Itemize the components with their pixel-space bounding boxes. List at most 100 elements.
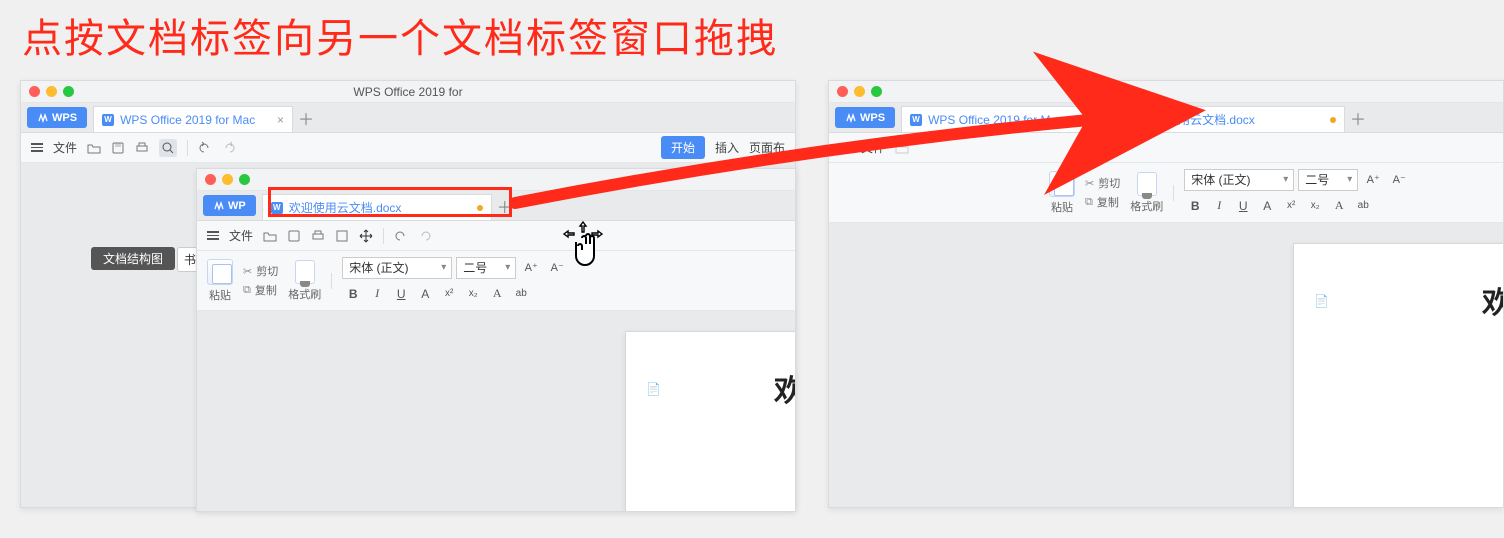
- dirty-indicator-icon: [477, 205, 483, 211]
- ribbon-tab-insert[interactable]: 插入: [715, 139, 739, 156]
- tab-document-drag[interactable]: W 欢迎使用云文档.docx: [262, 194, 492, 220]
- add-tab-button[interactable]: ＋: [1345, 103, 1371, 132]
- save-icon[interactable]: [287, 229, 301, 243]
- cut-button[interactable]: 剪切: [243, 263, 278, 279]
- tab-document-1[interactable]: W WPS Office 2019 for Mac ×: [93, 106, 293, 132]
- subscript-button[interactable]: [1304, 195, 1326, 217]
- italic-button[interactable]: [1208, 195, 1230, 217]
- italic-button[interactable]: [366, 283, 388, 305]
- doc-icon: W: [910, 114, 922, 126]
- increase-font-icon[interactable]: [520, 257, 542, 279]
- tab-document-2[interactable]: W 欢迎使用云文档.docx: [1115, 106, 1345, 132]
- separator: [187, 140, 188, 156]
- menu-icon[interactable]: [839, 143, 851, 152]
- wps-label: WPS: [860, 112, 885, 124]
- bold-button[interactable]: [1184, 195, 1206, 217]
- titlebar[interactable]: WPS Office 2019 for: [21, 81, 795, 103]
- save-icon[interactable]: [111, 141, 125, 155]
- superscript-button[interactable]: [1280, 195, 1302, 217]
- close-icon: [29, 86, 40, 97]
- separator: [1173, 185, 1174, 201]
- open-icon[interactable]: [895, 141, 909, 155]
- document-preview-text: 欢迎使: [774, 366, 795, 410]
- menu-icon[interactable]: [31, 143, 43, 152]
- print-icon[interactable]: [135, 141, 149, 155]
- doc-hint-icon: [646, 382, 661, 396]
- undo-icon[interactable]: [198, 141, 212, 155]
- paste-group[interactable]: 粘贴: [1049, 171, 1075, 215]
- copy-icon: [243, 284, 251, 297]
- decrease-font-icon[interactable]: [546, 257, 568, 279]
- preview-icon[interactable]: [335, 229, 349, 243]
- undo-icon[interactable]: [394, 229, 408, 243]
- titlebar[interactable]: [829, 81, 1503, 103]
- window-right-target: WPS W WPS Office 2019 for Mac W 欢迎使用云文档.…: [828, 80, 1504, 508]
- wps-home-button[interactable]: WP: [203, 195, 256, 216]
- open-icon[interactable]: [263, 229, 277, 243]
- brush-icon: [1137, 172, 1157, 196]
- menu-bar: 文件 开始 插入 页面布: [21, 133, 795, 163]
- format-brush-group[interactable]: 格式刷: [288, 260, 321, 302]
- cut-button[interactable]: 剪切: [1085, 175, 1120, 191]
- underline-button[interactable]: [1232, 195, 1254, 217]
- open-icon[interactable]: [87, 141, 101, 155]
- titlebar[interactable]: [197, 169, 795, 191]
- bold-button[interactable]: [342, 283, 364, 305]
- dirty-indicator-icon: [1330, 117, 1336, 123]
- ribbon-tab-start[interactable]: 开始: [661, 136, 705, 159]
- copy-icon: [1085, 196, 1093, 209]
- close-icon: [837, 86, 848, 97]
- document-area: 欢迎使: [197, 311, 795, 511]
- font-size-select[interactable]: 二号: [456, 257, 516, 279]
- font-family-select[interactable]: 宋体 (正文): [1184, 169, 1294, 191]
- outline-pill[interactable]: 文档结构图: [91, 247, 175, 270]
- add-tab-button[interactable]: ＋: [293, 103, 319, 132]
- highlight-button[interactable]: [1352, 195, 1374, 217]
- pinyin-button[interactable]: [510, 283, 532, 305]
- strike-button[interactable]: [414, 283, 436, 305]
- add-tab-button[interactable]: ＋: [492, 191, 518, 220]
- font-size-select[interactable]: 二号: [1298, 169, 1358, 191]
- menu-bar: 文件: [197, 221, 795, 251]
- wps-label: WPS: [52, 112, 77, 124]
- menu-file[interactable]: 文件: [229, 227, 253, 244]
- underline-button[interactable]: [390, 283, 412, 305]
- menu-file[interactable]: 文件: [53, 139, 77, 156]
- font-family-select[interactable]: 宋体 (正文): [342, 257, 452, 279]
- ribbon-tab-layout[interactable]: 页面布: [749, 139, 785, 156]
- redo-icon[interactable]: [418, 229, 432, 243]
- font-dialog-button[interactable]: [486, 283, 508, 305]
- preview-icon[interactable]: [159, 139, 177, 157]
- decrease-font-icon[interactable]: [1388, 169, 1410, 191]
- wps-home-button[interactable]: WPS: [835, 107, 895, 128]
- format-brush-group[interactable]: 格式刷: [1130, 172, 1163, 214]
- paste-group[interactable]: 粘贴: [207, 259, 233, 303]
- copy-button[interactable]: 复制: [243, 282, 278, 298]
- brush-label: 格式刷: [288, 286, 321, 302]
- close-tab-icon[interactable]: ×: [277, 113, 284, 127]
- subscript-button[interactable]: [462, 283, 484, 305]
- menu-file[interactable]: 文件: [861, 139, 885, 156]
- paste-icon: [207, 259, 233, 285]
- superscript-button[interactable]: [438, 283, 460, 305]
- increase-font-icon[interactable]: [1362, 169, 1384, 191]
- strike-button[interactable]: [1256, 195, 1278, 217]
- brush-label: 格式刷: [1130, 198, 1163, 214]
- wps-label: WP: [228, 200, 246, 212]
- menu-icon[interactable]: [207, 231, 219, 240]
- doc-icon: W: [102, 114, 114, 126]
- tab-label: WPS Office 2019 for Mac: [928, 113, 1102, 127]
- copy-button[interactable]: 复制: [1085, 194, 1120, 210]
- paste-icon: [1049, 171, 1075, 197]
- redo-icon[interactable]: [222, 141, 236, 155]
- wps-home-button[interactable]: WPS: [27, 107, 87, 128]
- fullscreen-icon: [239, 174, 250, 185]
- fullscreen-icon: [871, 86, 882, 97]
- doc-icon: W: [1124, 114, 1136, 126]
- document-area: 欢迎使: [829, 223, 1503, 507]
- font-dialog-button[interactable]: [1328, 195, 1350, 217]
- move-icon[interactable]: [359, 229, 373, 243]
- tab-document-1[interactable]: W WPS Office 2019 for Mac: [901, 106, 1111, 132]
- print-icon[interactable]: [311, 229, 325, 243]
- minimize-icon: [854, 86, 865, 97]
